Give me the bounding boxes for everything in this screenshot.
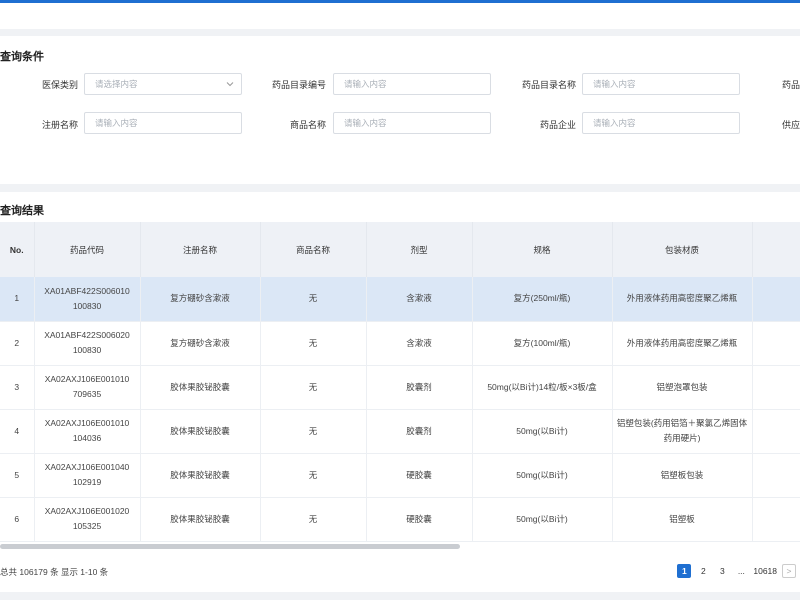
supplier-partial-label: 供应: [781, 120, 800, 130]
cell-extra: [752, 321, 800, 366]
table-row[interactable]: 2 XA01ABF422S006020100830 复方硼砂含漱液 无 含漱液 …: [0, 321, 800, 366]
col-header-extra: [752, 222, 800, 277]
table-row[interactable]: 4 XA02AXJ106E001010104036 胶体果胶铋胶囊 无 胶囊剂 …: [0, 409, 800, 454]
cell-no: 3: [0, 365, 35, 410]
drug-company-input[interactable]: [582, 112, 740, 134]
cell-extra: [752, 453, 800, 498]
query-results-panel: 查询结果 No. 药品代码 注册名称 商品名称 剂型 规格 包装材质 1 XA0…: [0, 192, 800, 592]
cell-packaging: 铝塑泡罩包装: [612, 365, 753, 410]
cell-registered-name: 胶体果胶铋胶囊: [140, 497, 261, 542]
cell-no: 4: [0, 409, 35, 454]
registered-name-input[interactable]: [84, 112, 242, 134]
insurance-type-placeholder: 请选择内容: [95, 79, 138, 89]
table-row[interactable]: 6 XA02AXJ106E001020105325 胶体果胶铋胶囊 无 硬胶囊 …: [0, 497, 800, 542]
page-button-last[interactable]: 10618: [753, 564, 777, 578]
results-table-container: No. 药品代码 注册名称 商品名称 剂型 规格 包装材质 1 XA01ABF4…: [0, 222, 800, 542]
table-header-row: No. 药品代码 注册名称 商品名称 剂型 规格 包装材质: [0, 222, 800, 277]
cell-trade-name: 无: [260, 453, 367, 498]
query-conditions-panel: 查询条件 医保类别 请选择内容 药品目录编号 药品目录名称 药品 注册名称 商品…: [0, 36, 800, 184]
cell-extra: [752, 365, 800, 410]
page-button-3[interactable]: 3: [715, 564, 729, 578]
col-header-spec[interactable]: 规格: [472, 222, 613, 277]
bottom-strip: [0, 595, 800, 600]
next-page-button[interactable]: >: [782, 564, 796, 578]
cell-dosage-form: 硬胶囊: [366, 497, 473, 542]
cell-registered-name: 胶体果胶铋胶囊: [140, 453, 261, 498]
pagination: 1 2 3 ... 10618 >: [672, 564, 796, 578]
col-header-dosage-form[interactable]: 剂型: [366, 222, 473, 277]
drug-partial-label: 药品: [781, 80, 800, 90]
cell-dosage-form: 胶囊剂: [366, 365, 473, 410]
cell-trade-name: 无: [260, 277, 367, 322]
cell-trade-name: 无: [260, 409, 367, 454]
cell-packaging: 外用液体药用高密度聚乙烯瓶: [612, 277, 753, 322]
insurance-type-label: 医保类别: [41, 80, 78, 90]
cell-no: 2: [0, 321, 35, 366]
cell-extra: [752, 277, 800, 322]
page-button-1[interactable]: 1: [677, 564, 692, 578]
query-results-title: 查询结果: [0, 205, 44, 217]
cell-dosage-form: 含漱液: [366, 321, 473, 366]
table-row[interactable]: 3 XA02AXJ106E001010709635 胶体果胶铋胶囊 无 胶囊剂 …: [0, 365, 800, 410]
trade-name-label: 商品名称: [289, 120, 326, 130]
total-count-text: 总共 106179 条 显示 1-10 条: [0, 567, 109, 577]
cell-drug-code: XA02AXJ106E001010104036: [34, 409, 141, 454]
cell-trade-name: 无: [260, 497, 367, 542]
cell-packaging: 铝塑板包装: [612, 453, 753, 498]
cell-packaging: 外用液体药用高密度聚乙烯瓶: [612, 321, 753, 366]
cell-spec: 50mg(以Bi计): [472, 497, 613, 542]
cell-dosage-form: 硬胶囊: [366, 453, 473, 498]
cell-drug-code: XA02AXJ106E001020105325: [34, 497, 141, 542]
cell-no: 6: [0, 497, 35, 542]
page-ellipsis[interactable]: ...: [734, 564, 748, 578]
top-toolbar: [0, 3, 800, 29]
cell-packaging: 铝塑包装(药用铝箔＋聚氯乙烯固体药用硬片): [612, 409, 753, 454]
cell-trade-name: 无: [260, 365, 367, 410]
catalog-code-label: 药品目录编号: [271, 80, 326, 90]
cell-registered-name: 胶体果胶铋胶囊: [140, 365, 261, 410]
table-row[interactable]: 5 XA02AXJ106E001040102919 胶体果胶铋胶囊 无 硬胶囊 …: [0, 453, 800, 498]
col-header-no[interactable]: No.: [0, 222, 35, 277]
col-header-drug-code[interactable]: 药品代码: [34, 222, 141, 277]
cell-trade-name: 无: [260, 321, 367, 366]
cell-no: 1: [0, 277, 35, 322]
chevron-right-icon: >: [786, 566, 792, 576]
col-header-packaging[interactable]: 包装材质: [612, 222, 753, 277]
cell-no: 5: [0, 453, 35, 498]
col-header-trade-name[interactable]: 商品名称: [260, 222, 367, 277]
chevron-down-icon: [226, 82, 234, 87]
query-conditions-title: 查询条件: [0, 51, 44, 63]
catalog-code-input[interactable]: [333, 73, 491, 95]
cell-spec: 50mg(以Bi计)14粒/板×3板/盒: [472, 365, 613, 410]
insurance-type-select[interactable]: 请选择内容: [84, 73, 242, 95]
cell-registered-name: 复方硼砂含漱液: [140, 277, 261, 322]
cell-drug-code: XA01ABF422S006020100830: [34, 321, 141, 366]
cell-packaging: 铝塑板: [612, 497, 753, 542]
cell-drug-code: XA02AXJ106E001040102919: [34, 453, 141, 498]
cell-drug-code: XA02AXJ106E001010709635: [34, 365, 141, 410]
catalog-name-input[interactable]: [582, 73, 740, 95]
cell-extra: [752, 497, 800, 542]
horizontal-scrollbar[interactable]: [0, 544, 460, 549]
catalog-name-label: 药品目录名称: [521, 80, 576, 90]
table-row[interactable]: 1 XA01ABF422S006010100830 复方硼砂含漱液 无 含漱液 …: [0, 277, 800, 322]
cell-drug-code: XA01ABF422S006010100830: [34, 277, 141, 322]
col-header-registered-name[interactable]: 注册名称: [140, 222, 261, 277]
cell-registered-name: 复方硼砂含漱液: [140, 321, 261, 366]
drug-company-label: 药品企业: [539, 120, 576, 130]
cell-spec: 复方(250ml/瓶): [472, 277, 613, 322]
registered-name-label: 注册名称: [41, 120, 78, 130]
cell-dosage-form: 含漱液: [366, 277, 473, 322]
cell-registered-name: 胶体果胶铋胶囊: [140, 409, 261, 454]
cell-extra: [752, 409, 800, 454]
page-button-2[interactable]: 2: [696, 564, 710, 578]
cell-dosage-form: 胶囊剂: [366, 409, 473, 454]
cell-spec: 50mg(以Bi计): [472, 453, 613, 498]
cell-spec: 50mg(以Bi计): [472, 409, 613, 454]
trade-name-input[interactable]: [333, 112, 491, 134]
results-table: No. 药品代码 注册名称 商品名称 剂型 规格 包装材质 1 XA01ABF4…: [0, 222, 800, 542]
cell-spec: 复方(100ml/瓶): [472, 321, 613, 366]
